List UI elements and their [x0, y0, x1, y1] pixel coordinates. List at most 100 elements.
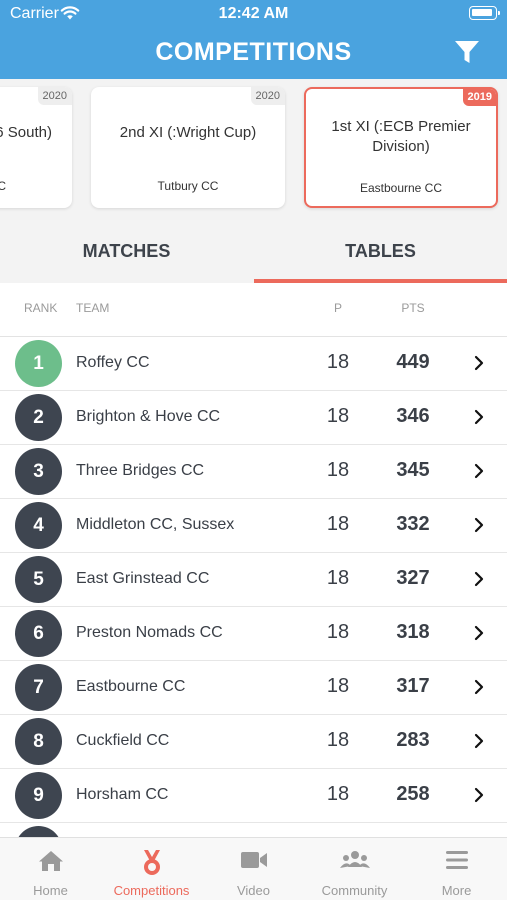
played-count: 18 [326, 459, 350, 481]
nav-label: Video [236, 883, 270, 898]
table-header: RANK TEAM P PTS [0, 283, 507, 337]
chevron-right-icon [473, 679, 485, 700]
battery-icon [469, 6, 500, 20]
team-name: Preston Nomads CC [76, 624, 223, 641]
video-camera-icon [203, 849, 304, 875]
home-icon [0, 849, 101, 875]
played-count: 18 [326, 783, 350, 805]
competition-card-selected[interactable]: 2019 1st XI (:ECB Premier Division) East… [304, 87, 498, 208]
rank-badge: 6 [15, 610, 62, 657]
points-value: 449 [396, 351, 430, 373]
table-row[interactable]: 2 Brighton & Hove CC 18 346 [0, 391, 507, 445]
nav-label: Home [33, 883, 68, 898]
team-name: Cuckfield CC [76, 732, 170, 749]
card-year-badge: 2020 [250, 87, 285, 105]
rank-badge: 7 [15, 664, 62, 711]
card-club-name: Eastbourne CC [359, 181, 443, 195]
rank-badge [15, 826, 62, 837]
table-row[interactable]: 3 Three Bridges CC 18 345 [0, 445, 507, 499]
nav-home[interactable]: Home [0, 838, 101, 900]
chevron-right-icon [473, 463, 485, 484]
app-header: Carrier 12:42 AM COMPETITIONS [0, 0, 507, 79]
column-header-points: PTS [401, 301, 425, 315]
competition-card[interactable]: 2020 6 South) C [0, 87, 72, 208]
rank-badge: 9 [15, 772, 62, 819]
points-value: 318 [396, 621, 430, 643]
points-value: 332 [396, 513, 430, 535]
rank-badge: 4 [15, 502, 62, 549]
rank-badge: 3 [15, 448, 62, 495]
chevron-right-icon [473, 625, 485, 646]
card-club-name: Tutbury CC [157, 179, 219, 193]
points-value: 345 [396, 459, 430, 481]
status-time: 12:42 AM [218, 5, 289, 22]
points-value: 317 [396, 675, 430, 697]
played-count: 18 [326, 729, 350, 751]
nav-more[interactable]: More [406, 838, 507, 900]
chevron-right-icon [473, 355, 485, 376]
points-value: 283 [396, 729, 430, 751]
competition-carousel[interactable]: 2020 6 South) C 2020 2nd XI (:Wright Cup… [0, 79, 507, 226]
team-name: Three Bridges CC [76, 462, 205, 479]
team-name: Brighton & Hove CC [76, 408, 221, 425]
tab-matches[interactable]: MATCHES [0, 226, 253, 283]
points-value: 346 [396, 405, 430, 427]
tab-tables[interactable]: TABLES [254, 226, 507, 283]
team-name: Horsham CC [76, 786, 169, 803]
played-count: 18 [326, 351, 350, 373]
rank-badge: 2 [15, 394, 62, 441]
nav-label: Competitions [113, 883, 190, 898]
menu-icon [406, 849, 507, 875]
nav-label: Community [321, 883, 388, 898]
chevron-right-icon [473, 787, 485, 808]
medal-icon [101, 849, 202, 875]
table-row[interactable]: 6 Preston Nomads CC 18 318 [0, 607, 507, 661]
table-row[interactable]: 5 East Grinstead CC 18 327 [0, 553, 507, 607]
card-year-badge: 2020 [37, 87, 72, 105]
card-club-name: C [0, 179, 6, 193]
bottom-tab-bar: Home Competitions Video Community More [0, 837, 507, 900]
played-count: 18 [326, 567, 350, 589]
team-name: Eastbourne CC [76, 678, 186, 695]
league-table: 1 Roffey CC 18 449 2 Brighton & Hove CC … [0, 337, 507, 837]
community-icon [304, 849, 405, 875]
page-title: COMPETITIONS [155, 38, 352, 66]
column-header-rank: RANK [24, 301, 58, 315]
table-row[interactable]: 8 Cuckfield CC 18 283 [0, 715, 507, 769]
played-count: 18 [326, 513, 350, 535]
team-name: East Grinstead CC [76, 570, 210, 587]
played-count: 18 [326, 405, 350, 427]
nav-video[interactable]: Video [203, 838, 304, 900]
chevron-right-icon [473, 733, 485, 754]
competition-card[interactable]: 2020 2nd XI (:Wright Cup) Tutbury CC [91, 87, 285, 208]
card-year-badge: 2019 [462, 89, 496, 106]
chevron-right-icon [473, 517, 485, 538]
nav-community[interactable]: Community [304, 838, 405, 900]
table-row-partial[interactable] [0, 823, 507, 837]
played-count: 18 [326, 675, 350, 697]
filter-icon[interactable] [453, 38, 481, 71]
rank-badge: 8 [15, 718, 62, 765]
status-bar: Carrier 12:42 AM [0, 0, 507, 28]
team-name: Middleton CC, Sussex [76, 516, 235, 533]
rank-badge: 5 [15, 556, 62, 603]
card-competition-name: 2nd XI (:Wright Cup) [119, 124, 257, 141]
table-row[interactable]: 1 Roffey CC 18 449 [0, 337, 507, 391]
played-count: 18 [326, 621, 350, 643]
chevron-right-icon [473, 409, 485, 430]
column-header-played: P [333, 301, 342, 315]
rank-badge: 1 [15, 340, 62, 387]
nav-label: More [441, 883, 472, 898]
points-value: 327 [396, 567, 430, 589]
points-value: 258 [396, 783, 430, 805]
table-row[interactable]: 4 Middleton CC, Sussex 18 332 [0, 499, 507, 553]
segment-tabs: MATCHES TABLES [0, 226, 507, 283]
table-row[interactable]: 7 Eastbourne CC 18 317 [0, 661, 507, 715]
card-competition-name: 1st XI (:ECB Premier Division) [331, 118, 471, 155]
nav-competitions[interactable]: Competitions [101, 838, 202, 900]
column-header-team: TEAM [76, 301, 110, 315]
chevron-right-icon [473, 571, 485, 592]
table-row[interactable]: 9 Horsham CC 18 258 [0, 769, 507, 823]
team-name: Roffey CC [76, 354, 150, 371]
card-competition-name: 6 South) [0, 124, 52, 141]
